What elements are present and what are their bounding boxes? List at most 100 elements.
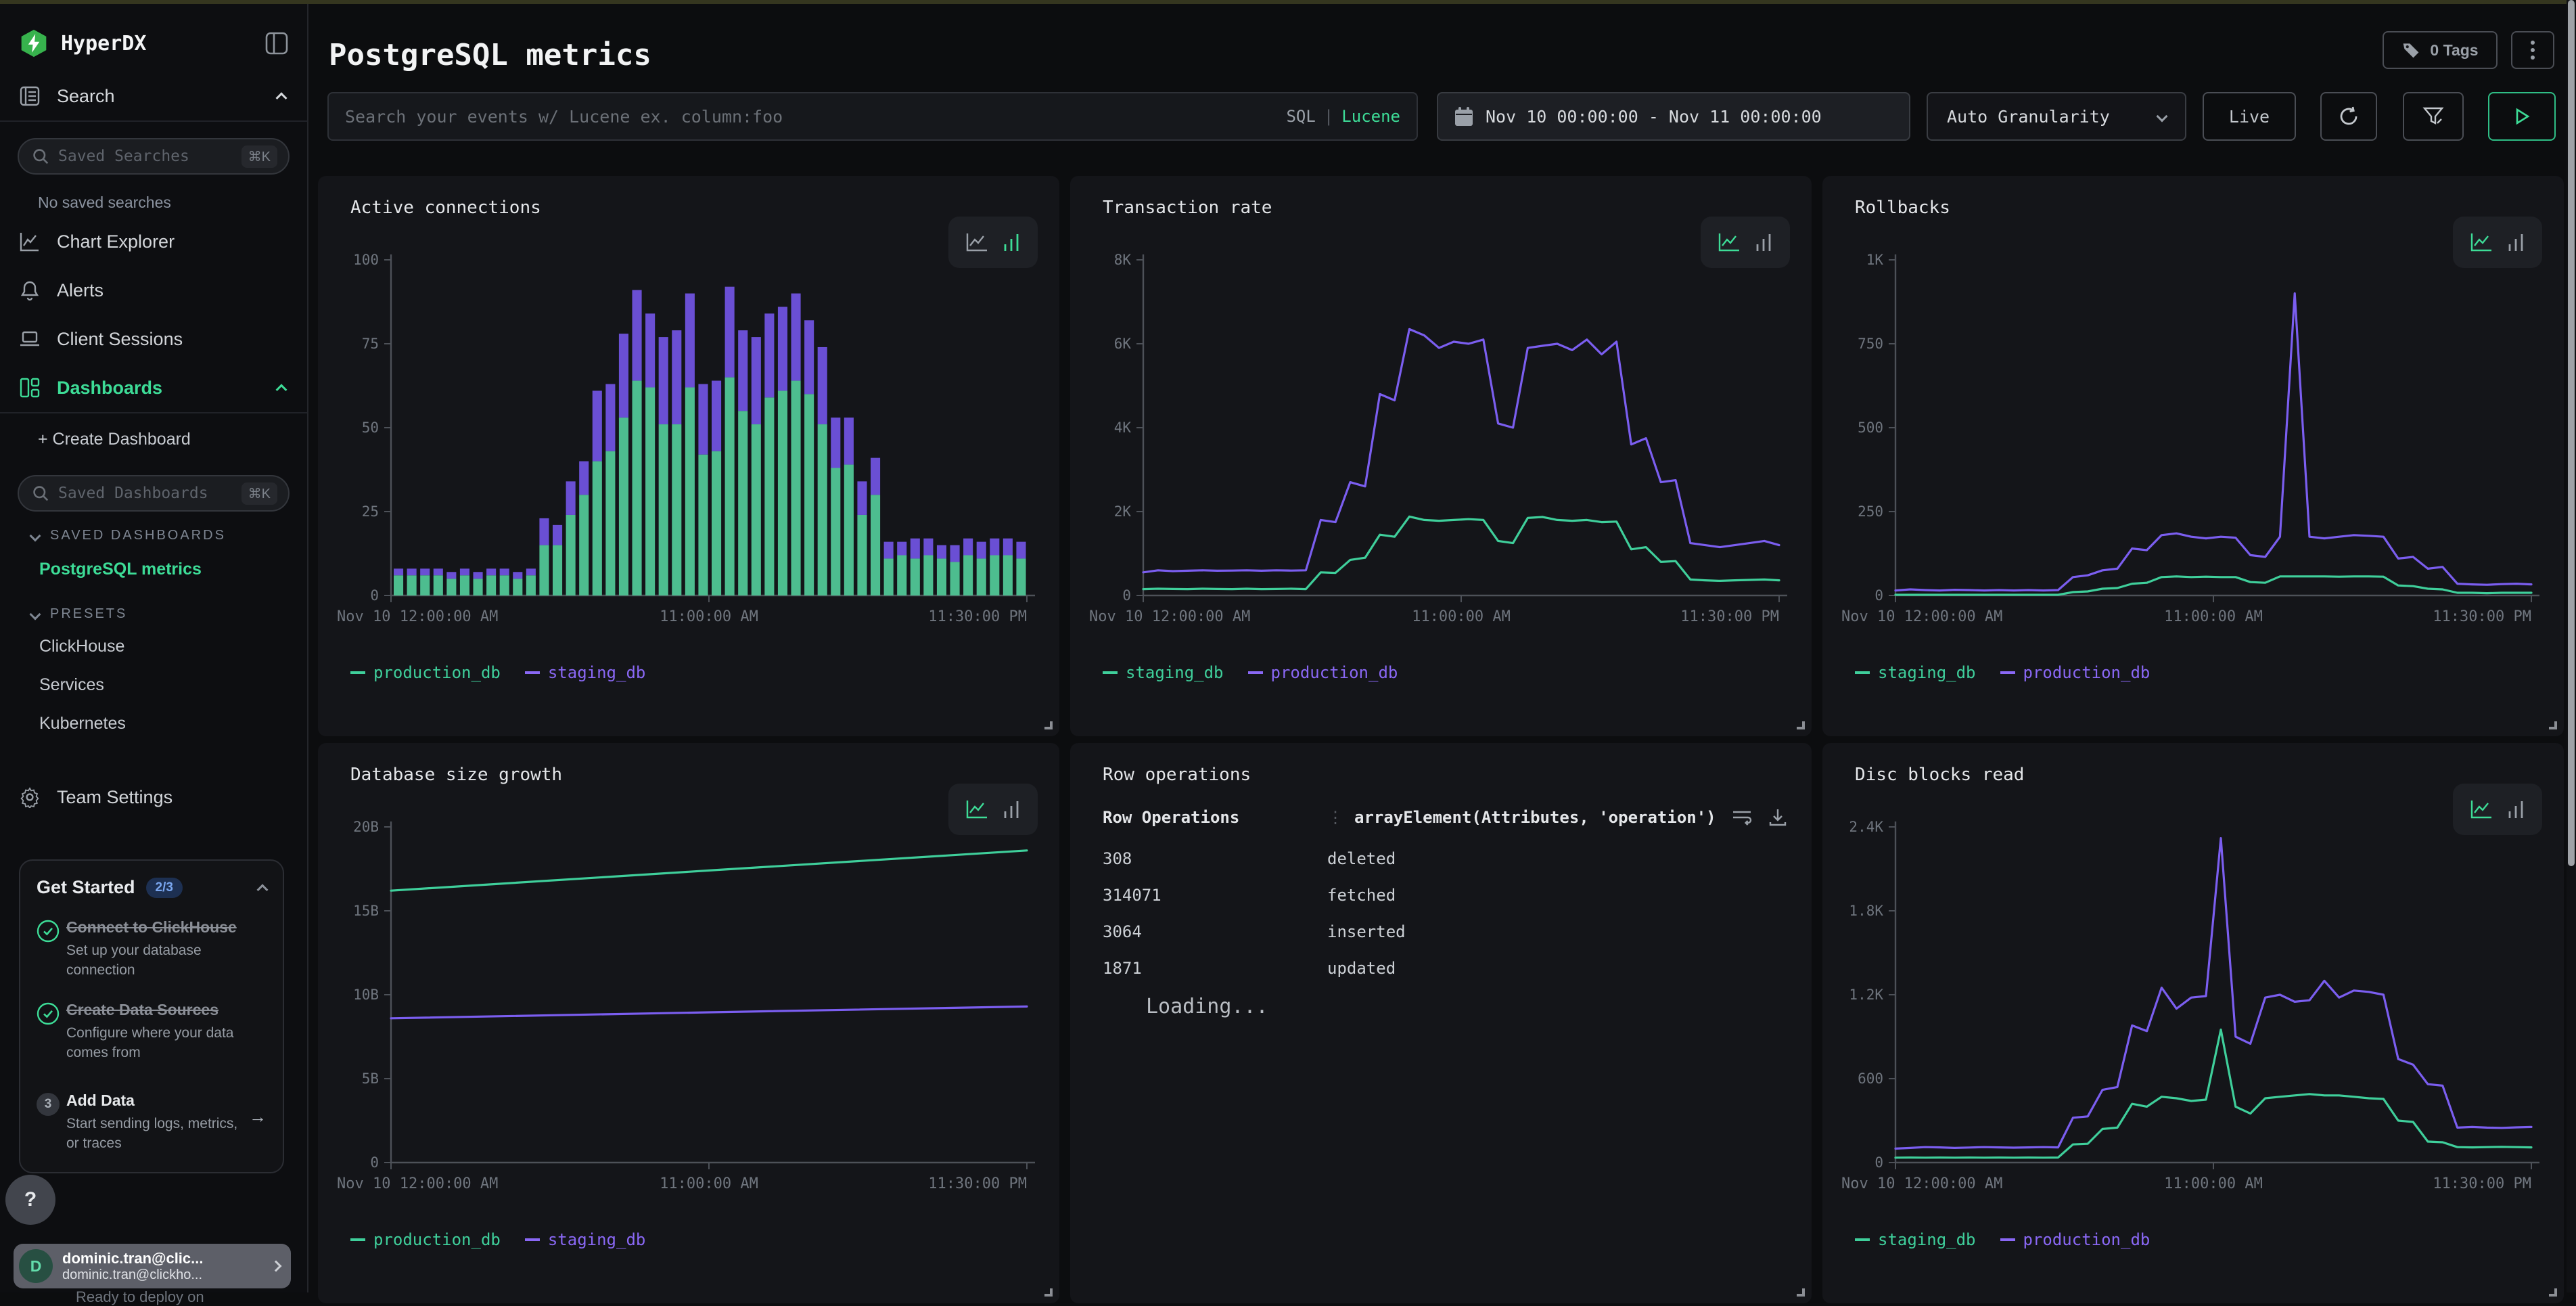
legend-item[interactable]: staging_db [1103, 663, 1224, 682]
saved-dashboards-placeholder: Saved Dashboards [58, 485, 242, 502]
keyboard-shortcut: ⌘K [242, 482, 277, 505]
sidebar-item-kubernetes[interactable]: Kubernetes [0, 704, 307, 743]
collapse-sidebar-icon[interactable] [265, 32, 288, 55]
resize-handle-icon[interactable] [1797, 1288, 1805, 1297]
lucene-option[interactable]: Lucene [1341, 107, 1400, 126]
user-menu[interactable]: D dominic.tran@clic... dominic.tran@clic… [14, 1244, 291, 1288]
query-language-toggle[interactable]: SQL|Lucene [1286, 107, 1400, 126]
live-button[interactable]: Live [2203, 92, 2296, 141]
refresh-icon [2338, 106, 2360, 127]
table-row[interactable]: 308deleted [1103, 840, 1787, 877]
panel-title: Database size growth [350, 765, 562, 785]
get-started-title: Get Started [37, 877, 135, 898]
tags-button[interactable]: 0 Tags [2383, 31, 2498, 69]
get-started-step-connect[interactable]: Connect to ClickHouse Set up your databa… [37, 917, 267, 981]
sidebar-item-label: Alerts [57, 280, 285, 301]
run-query-button[interactable] [2488, 92, 2556, 141]
scrollbar-thumb[interactable] [2568, 0, 2575, 866]
step-number-badge: 3 [37, 1093, 60, 1116]
column-header[interactable]: Row Operations [1103, 808, 1327, 827]
svg-text:25: 25 [362, 503, 379, 520]
legend-item[interactable]: production_db [350, 663, 501, 682]
brand-name: HyperDX [61, 32, 265, 55]
sidebar-item-postgresql-metrics[interactable]: PostgreSQL metrics [0, 549, 307, 590]
resize-handle-icon[interactable] [1044, 1288, 1053, 1297]
table-row[interactable]: 314071fetched [1103, 877, 1787, 914]
search-section-icon [19, 85, 41, 107]
svg-text:11:00:00 AM: 11:00:00 AM [660, 1175, 758, 1192]
svg-text:10B: 10B [353, 987, 379, 1003]
panel-title: Active connections [350, 198, 541, 218]
saved-searches-input[interactable]: Saved Searches ⌘K [18, 138, 290, 175]
get-started-step-sources[interactable]: Create Data Sources Configure where your… [37, 999, 267, 1063]
table-row[interactable]: 3064inserted [1103, 914, 1787, 950]
help-button[interactable]: ? [5, 1175, 55, 1225]
get-started-step-add-data[interactable]: 3 Add Data Start sending logs, metrics, … [37, 1090, 267, 1154]
svg-text:1.8K: 1.8K [1849, 903, 1883, 919]
svg-text:1.2K: 1.2K [1849, 987, 1883, 1003]
sidebar-item-alerts[interactable]: Alerts [0, 266, 307, 315]
svg-text:11:00:00 AM: 11:00:00 AM [1412, 608, 1511, 625]
refresh-button[interactable] [2320, 92, 2377, 141]
resize-handle-icon[interactable] [2549, 721, 2557, 729]
download-icon[interactable] [1768, 808, 1787, 827]
date-range-picker[interactable]: Nov 10 00:00:00 - Nov 11 00:00:00 [1437, 92, 1910, 141]
more-options-button[interactable] [2511, 31, 2554, 69]
chevron-up-icon[interactable] [257, 884, 269, 895]
resize-handle-icon[interactable] [1797, 721, 1805, 729]
column-resize-handle[interactable]: ⋮ [1327, 808, 1343, 827]
sidebar-item-search[interactable]: Search [0, 66, 307, 120]
table-row[interactable]: 1871updated [1103, 950, 1787, 987]
chevron-right-icon [271, 1261, 282, 1272]
saved-dashboards-input[interactable]: Saved Dashboards ⌘K [18, 475, 290, 512]
sidebar-item-dashboards[interactable]: Dashboards [0, 363, 307, 412]
legend-item[interactable]: production_db [350, 1230, 501, 1249]
step-title: Connect to ClickHouse [66, 917, 267, 938]
saved-dashboards-section[interactable]: SAVED DASHBOARDS [0, 512, 307, 549]
sidebar-item-clickhouse[interactable]: ClickHouse [0, 627, 307, 666]
svg-text:Nov 10 12:00:00 AM: Nov 10 12:00:00 AM [1089, 608, 1250, 625]
resize-handle-icon[interactable] [2549, 1288, 2557, 1297]
event-search-bar[interactable]: SQL|Lucene [327, 92, 1418, 141]
sidebar-item-team-settings[interactable]: Team Settings [0, 773, 307, 821]
granularity-select[interactable]: Auto Granularity [1927, 92, 2186, 141]
chart-transaction-rate: 02K4K6K8KNov 10 12:00:00 AM11:00:00 AM11… [1086, 246, 1795, 650]
legend-item[interactable]: staging_db [525, 1230, 646, 1249]
presets-section[interactable]: PRESETS [0, 590, 307, 627]
get-started-progress-badge: 2/3 [146, 878, 183, 898]
legend-item[interactable]: production_db [2000, 663, 2150, 682]
search-input[interactable] [345, 107, 1286, 127]
step-title: Add Data [66, 1090, 244, 1111]
legend-item[interactable]: staging_db [1855, 1230, 1976, 1249]
page-scrollbar[interactable] [2567, 0, 2576, 1292]
chart-disc-blocks-read: 06001.2K1.8K2.4KNov 10 12:00:00 AM11:00:… [1839, 813, 2548, 1217]
legend-item[interactable]: staging_db [525, 663, 646, 682]
svg-text:0: 0 [370, 1154, 379, 1171]
chevron-down-icon [30, 608, 41, 620]
check-circle-icon [37, 917, 66, 981]
filter-edit-icon [2422, 105, 2445, 128]
filter-button[interactable] [2403, 92, 2464, 141]
svg-text:2K: 2K [1114, 503, 1132, 520]
legend-item[interactable]: staging_db [1855, 663, 1976, 682]
wrap-lines-icon[interactable] [1732, 808, 1752, 827]
svg-text:2.4K: 2.4K [1849, 819, 1883, 835]
panel-title: Rollbacks [1855, 198, 1950, 218]
sidebar-item-label: Dashboards [57, 378, 277, 399]
divider [0, 120, 307, 122]
chevron-down-icon [2157, 111, 2168, 122]
resize-handle-icon[interactable] [1044, 721, 1053, 729]
create-dashboard-button[interactable]: + Create Dashboard [0, 413, 307, 459]
sidebar-item-client-sessions[interactable]: Client Sessions [0, 315, 307, 363]
svg-text:11:30:00 PM: 11:30:00 PM [1680, 608, 1779, 625]
sidebar: HyperDX Search Saved Searches ⌘K No save… [0, 4, 308, 1292]
sidebar-item-services[interactable]: Services [0, 666, 307, 704]
panel-title: Transaction rate [1103, 198, 1272, 218]
svg-text:11:30:00 PM: 11:30:00 PM [2433, 1175, 2531, 1192]
legend-item[interactable]: production_db [2000, 1230, 2150, 1249]
sidebar-item-chart-explorer[interactable]: Chart Explorer [0, 217, 307, 266]
sql-option[interactable]: SQL [1286, 107, 1315, 126]
column-header[interactable]: arrayElement(Attributes, 'operation') [1354, 808, 1732, 827]
legend-item[interactable]: production_db [1248, 663, 1398, 682]
date-range-value: Nov 10 00:00:00 - Nov 11 00:00:00 [1486, 107, 1822, 127]
